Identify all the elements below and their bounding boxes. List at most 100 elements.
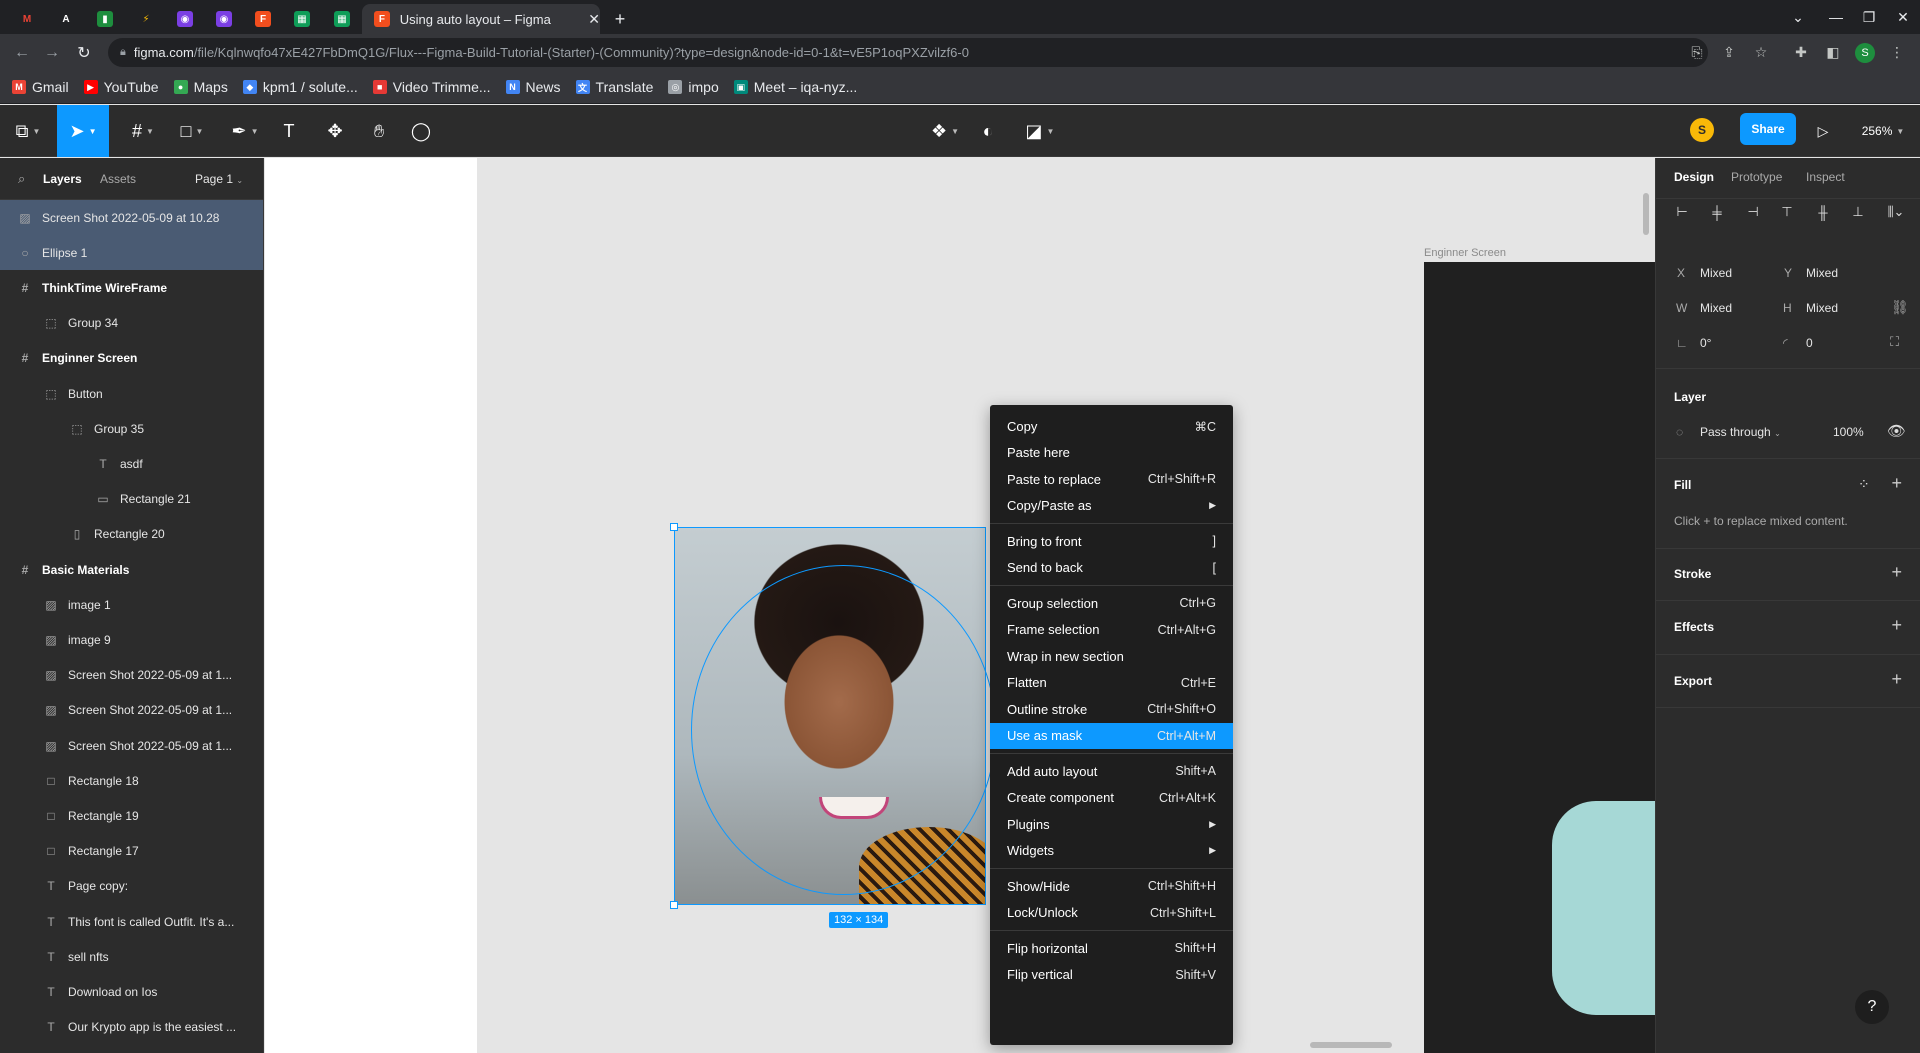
frame-tool-icon[interactable]: # ▼ [123, 105, 163, 157]
tab-pinned-2[interactable]: A [53, 4, 79, 34]
menu-item[interactable]: Copy/Paste as ▶ [990, 493, 1233, 519]
h-input[interactable]: Mixed [1806, 301, 1838, 315]
layer-row[interactable]: ⬚ Group 34 [0, 306, 263, 341]
figma-main-menu-icon[interactable]: ⧉ ▼ [8, 105, 48, 157]
text-tool-icon[interactable]: T [278, 105, 300, 157]
menu-item[interactable]: Plugins ▶ [990, 811, 1233, 837]
tab-sheets-1[interactable]: ▦ [289, 4, 315, 34]
menu-item[interactable]: Send to back [ [990, 555, 1233, 581]
layer-row[interactable]: ▭ Rectangle 21 [0, 482, 263, 517]
bookmark-item[interactable]: ■ Video Trimme... [372, 79, 491, 95]
align-top-icon[interactable]: ⊤ [1777, 202, 1797, 222]
vertical-scrollbar[interactable] [1643, 193, 1649, 235]
add-effect-icon[interactable]: + [1891, 616, 1902, 634]
selection-box[interactable] [674, 527, 986, 905]
menu-item[interactable]: Wrap in new section [990, 643, 1233, 669]
menu-item[interactable]: Add auto layout Shift+A [990, 758, 1233, 784]
menu-item[interactable]: Flip vertical Shift+V [990, 962, 1233, 988]
layer-row[interactable]: Tasdf [0, 446, 263, 481]
resize-handle-bottom-left[interactable] [670, 901, 678, 909]
minimize-icon[interactable]: — [1819, 0, 1853, 34]
share-button[interactable]: Share [1740, 113, 1796, 145]
tab-pinned-5[interactable]: ◉ [172, 4, 198, 34]
tab-search-chevron-icon[interactable]: ⌄ [1781, 0, 1815, 34]
design-canvas[interactable]: Enginner Screen 132 × 134 [265, 158, 1655, 1053]
hand-tool-icon[interactable]: ✋︎ [366, 105, 392, 157]
menu-item[interactable]: Create component Ctrl+Alt+K [990, 785, 1233, 811]
search-icon[interactable]: ⌕ [18, 171, 25, 187]
menu-item[interactable]: Outline stroke Ctrl+Shift+O [990, 696, 1233, 722]
back-arrow-icon[interactable]: ← [8, 34, 36, 71]
contrast-icon[interactable]: ◐ [975, 105, 1001, 157]
bookmark-item[interactable]: N News [505, 79, 561, 95]
new-tab-button[interactable]: + [610, 4, 630, 34]
x-input[interactable]: Mixed [1700, 266, 1732, 280]
layer-row[interactable]: □ Rectangle 18 [0, 763, 263, 798]
help-button[interactable]: ? [1855, 990, 1889, 1024]
independent-corners-icon[interactable]: ⛶ [1890, 334, 1899, 350]
menu-item[interactable]: Show/Hide Ctrl+Shift+H [990, 873, 1233, 899]
blend-mode-dropdown[interactable]: Pass through ⌄ [1700, 425, 1781, 439]
page-selector[interactable]: Page 1 ⌄ [195, 172, 243, 186]
tab-pinned-3[interactable]: ▮ [92, 4, 118, 34]
bookmark-item[interactable]: ● Maps [173, 79, 228, 95]
y-input[interactable]: Mixed [1806, 266, 1838, 280]
layer-row[interactable]: ▯ Rectangle 20 [0, 517, 263, 552]
layer-row[interactable]: T Page copy: [0, 869, 263, 904]
align-middle-v-icon[interactable]: ╫ [1813, 202, 1833, 222]
menu-item[interactable]: Paste to replace Ctrl+Shift+R [990, 466, 1233, 492]
layer-row[interactable]: ▨ Screen Shot 2022-05-09 at 1... [0, 658, 263, 693]
horizontal-scrollbar[interactable] [1310, 1042, 1392, 1048]
bookmark-item[interactable]: 文 Translate [575, 79, 653, 95]
menu-item[interactable]: Flip horizontal Shift+H [990, 935, 1233, 961]
align-left-icon[interactable]: ⊢ [1672, 202, 1692, 222]
component-icon[interactable]: ❖ ▼ [925, 105, 965, 157]
layer-row[interactable]: # Enginner Screen [0, 341, 263, 376]
menu-item[interactable]: Copy ⌘C [990, 413, 1233, 439]
constrain-proportions-icon[interactable]: ⛓︎ [1891, 299, 1909, 316]
menu-item[interactable]: Group selection Ctrl+G [990, 590, 1233, 616]
boolean-ops-icon[interactable]: ◪ ▼ [1020, 105, 1060, 157]
menu-item[interactable]: Lock/Unlock Ctrl+Shift+L [990, 900, 1233, 926]
reload-icon[interactable]: ↻ [70, 34, 98, 71]
zoom-dropdown[interactable]: 256% ▼ [1855, 105, 1911, 157]
tab-pinned-6[interactable]: ◉ [211, 4, 237, 34]
align-center-h-icon[interactable]: ╪ [1707, 202, 1727, 222]
bookmark-item[interactable]: ▶ YouTube [83, 79, 159, 95]
teal-button-shape[interactable] [1552, 801, 1655, 1015]
layer-row[interactable]: ▨ image 1 [0, 587, 263, 622]
close-window-icon[interactable]: ✕ [1886, 0, 1920, 34]
menu-item[interactable]: Frame selection Ctrl+Alt+G [990, 617, 1233, 643]
layer-row[interactable]: ⬚ Button [0, 376, 263, 411]
tab-gmail[interactable]: M [14, 4, 40, 34]
rotation-input[interactable]: 0° [1700, 336, 1711, 350]
user-avatar[interactable]: S [1690, 118, 1714, 142]
bookmark-item[interactable]: ▣ Meet – iqa-nyz... [733, 79, 857, 95]
layer-row[interactable]: # ThinkTime WireFrame [0, 270, 263, 305]
tab-figma-2[interactable]: F [250, 4, 276, 34]
layer-row[interactable]: ▨ Screen Shot 2022-05-09 at 1... [0, 693, 263, 728]
styles-grid-icon[interactable]: ⁘ [1858, 476, 1870, 493]
browser-menu-icon[interactable]: ⋮ [1884, 34, 1910, 71]
layer-row[interactable]: T Our Krypto app is the easiest ... [0, 1010, 263, 1045]
layer-row[interactable]: ▨ Screen Shot 2022-05-09 at 1... [0, 728, 263, 763]
layer-row[interactable]: T This font is called Outfit. It's a... [0, 904, 263, 939]
layer-row[interactable]: ▨ Screen Shot 2022-05-09 at 10.28 [0, 200, 263, 235]
frame-label[interactable]: Enginner Screen [1424, 247, 1506, 259]
menu-item[interactable]: Use as mask Ctrl+Alt+M [990, 722, 1233, 749]
layer-row[interactable]: □ Rectangle 17 [0, 834, 263, 869]
comment-tool-icon[interactable]: ◯ [408, 105, 434, 157]
distribute-icon[interactable]: ⫼⌄ [1881, 202, 1911, 222]
tab-design[interactable]: Design [1674, 170, 1714, 184]
align-right-icon[interactable]: ⊣ [1743, 202, 1763, 222]
present-play-icon[interactable]: ▷ [1810, 105, 1836, 157]
tab-prototype[interactable]: Prototype [1731, 170, 1782, 184]
align-bottom-icon[interactable]: ⊥ [1848, 202, 1868, 222]
share-page-icon[interactable]: ⇪ [1716, 34, 1742, 71]
layer-row[interactable]: Tsell nfts [0, 939, 263, 974]
bookmark-item[interactable]: ◆ kpm1 / solute... [242, 79, 358, 95]
bookmark-item[interactable]: ◎ impo [668, 79, 719, 95]
menu-item[interactable]: Flatten Ctrl+E [990, 670, 1233, 696]
opacity-input[interactable]: 100% [1833, 425, 1864, 439]
radius-input[interactable]: 0 [1806, 336, 1813, 350]
